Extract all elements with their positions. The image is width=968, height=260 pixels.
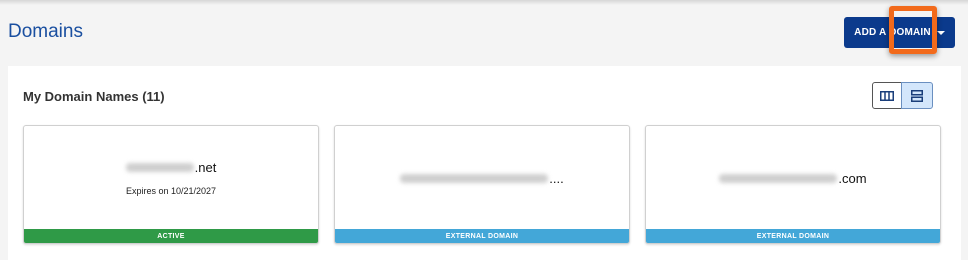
status-badge: EXTERNAL DOMAIN <box>335 229 629 243</box>
domain-card-body: .... <box>335 126 629 230</box>
view-toggle <box>872 82 933 109</box>
add-domain-button[interactable]: ADD A DOMAIN <box>844 17 955 48</box>
columns-view-icon <box>880 90 894 101</box>
grid-view-button[interactable] <box>872 82 902 109</box>
redacted-domain <box>719 173 838 183</box>
rows-view-icon <box>911 89 923 102</box>
top-shadow <box>0 0 968 5</box>
status-badge: EXTERNAL DOMAIN <box>646 229 940 243</box>
domain-suffix: .net <box>194 160 217 175</box>
status-badge: ACTIVE <box>24 229 318 243</box>
caret-down-icon <box>936 30 945 35</box>
domain-suffix: .... <box>549 170 564 186</box>
domain-name[interactable]: .net <box>125 160 217 175</box>
redacted-domain <box>125 163 194 172</box>
domain-suffix: .com <box>838 170 867 186</box>
domain-name[interactable]: .com <box>719 170 867 186</box>
list-view-button[interactable] <box>901 82 933 109</box>
panel-title: My Domain Names (11) <box>23 89 165 104</box>
domains-panel: My Domain Names (11) .net Expires on 10/… <box>8 66 961 260</box>
redacted-domain <box>400 173 549 183</box>
domain-card-body: .net Expires on 10/21/2027 <box>24 126 318 230</box>
add-domain-label: ADD A DOMAIN <box>854 27 931 38</box>
page-title: Domains <box>8 21 83 42</box>
expiration-date: Expires on 10/21/2027 <box>125 186 217 196</box>
domain-card[interactable]: .com EXTERNAL DOMAIN <box>645 125 941 244</box>
domain-card-body: .com <box>646 126 940 230</box>
domain-name[interactable]: .... <box>400 170 564 186</box>
domain-card[interactable]: .net Expires on 10/21/2027 ACTIVE <box>23 125 319 244</box>
domain-card[interactable]: .... EXTERNAL DOMAIN <box>334 125 630 244</box>
